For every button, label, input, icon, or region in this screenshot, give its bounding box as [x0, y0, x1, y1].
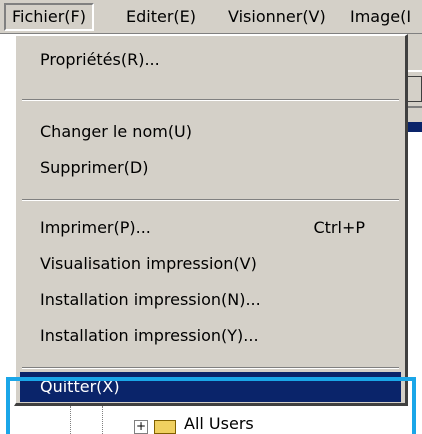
menu-item-label: Quitter(X)	[40, 377, 120, 396]
tree-guide-line	[70, 406, 71, 434]
menu-image[interactable]: Image(I	[344, 3, 417, 31]
menu-separator	[22, 199, 399, 201]
menu-item-print-setup-n[interactable]: Installation impression(N)...	[20, 282, 401, 318]
fichier-dropdown-menu: Propriétés(R)... Changer le nom(U) Suppr…	[14, 34, 408, 406]
tree-expand-icon[interactable]: +	[134, 420, 148, 434]
menu-item-label: Installation impression(Y)...	[40, 326, 259, 345]
menu-separator	[22, 367, 399, 369]
menu-fichier[interactable]: Fichier(F)	[4, 3, 94, 31]
tree-item-label[interactable]: All Users	[184, 414, 254, 434]
menu-item-shortcut: Ctrl+P	[313, 218, 365, 237]
menu-item-label: Supprimer(D)	[40, 158, 149, 177]
menu-item-label: Propriétés(R)...	[40, 50, 160, 69]
menu-item-label: Visualisation impression(V)	[40, 254, 257, 273]
menu-editer[interactable]: Editer(E)	[120, 3, 202, 31]
menu-bar: Fichier(F) Editer(E) Visionner(V) Image(…	[0, 0, 422, 34]
tree-guide-line	[102, 406, 103, 434]
menu-item-label: Changer le nom(U)	[40, 122, 193, 141]
menu-visionner[interactable]: Visionner(V)	[222, 3, 332, 31]
menu-separator	[22, 99, 399, 101]
menu-item-delete[interactable]: Supprimer(D)	[20, 150, 401, 186]
menu-item-print[interactable]: Imprimer(P)... Ctrl+P	[20, 210, 401, 246]
folder-icon	[154, 420, 176, 434]
menu-item-print-setup-y[interactable]: Installation impression(Y)...	[20, 318, 401, 354]
menu-item-print-preview[interactable]: Visualisation impression(V)	[20, 246, 401, 282]
menu-item-label: Imprimer(P)...	[40, 218, 151, 237]
menu-item-quit[interactable]: Quitter(X)	[20, 372, 401, 402]
menu-item-rename[interactable]: Changer le nom(U)	[20, 114, 401, 150]
tree-row: + All Users	[14, 406, 395, 434]
menu-item-label: Installation impression(N)...	[40, 290, 261, 309]
menu-item-properties[interactable]: Propriétés(R)...	[20, 42, 401, 78]
